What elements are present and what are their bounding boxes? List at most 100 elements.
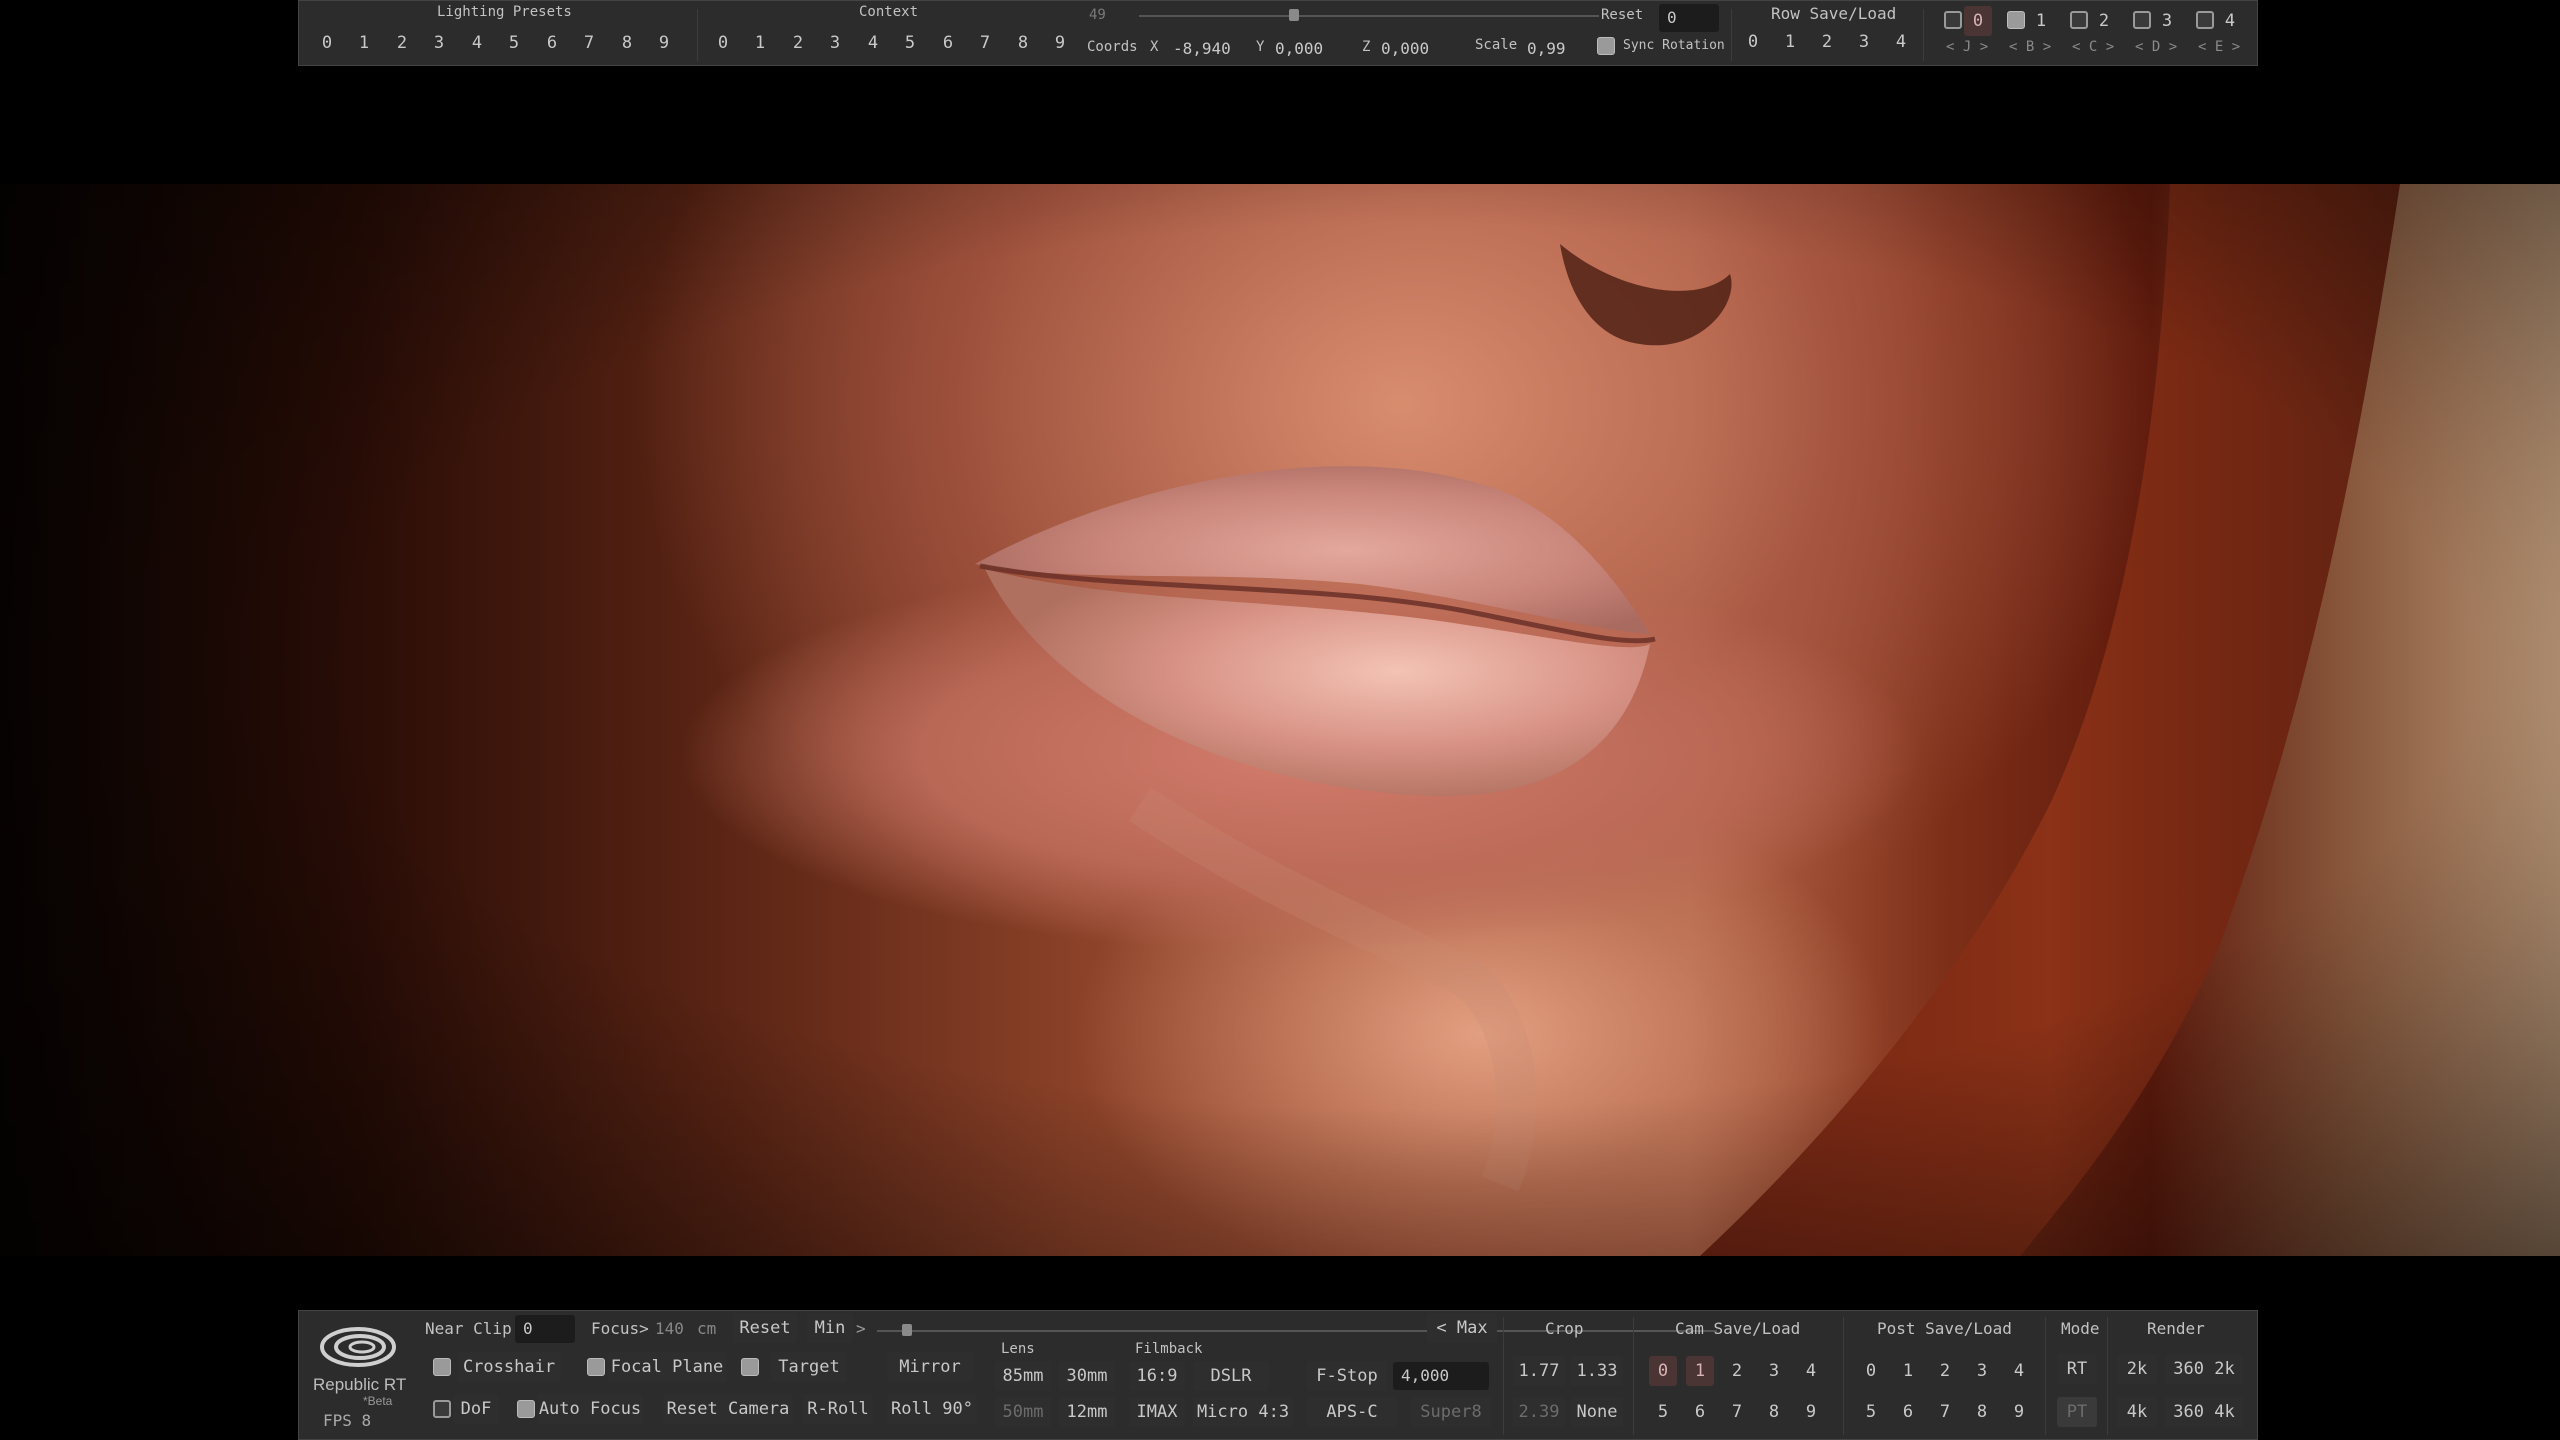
cam-slot-4[interactable]: 4 [1797,1356,1825,1386]
row-slot-1[interactable]: 1 [1776,27,1804,57]
row-slot-0[interactable]: 0 [1739,27,1767,57]
lighting-preset-8[interactable]: 8 [613,28,641,58]
layer-3-number[interactable]: 3 [2153,6,2181,36]
render-2k-button[interactable]: 2k [2117,1354,2157,1384]
layer-1-checkbox[interactable] [2007,11,2025,29]
cam-slot-0[interactable]: 0 [1649,1356,1677,1386]
post-slot-3[interactable]: 3 [1968,1356,1996,1386]
focus-min-button[interactable]: Min [807,1313,853,1343]
cam-slot-1[interactable]: 1 [1686,1356,1714,1386]
context-6[interactable]: 6 [934,28,962,58]
context-7[interactable]: 7 [971,28,999,58]
target-checkbox[interactable] [741,1358,759,1376]
fstop-field[interactable]: 4,000 [1393,1362,1489,1390]
post-slot-7[interactable]: 7 [1931,1397,1959,1427]
cam-slot-3[interactable]: 3 [1760,1356,1788,1386]
render-4k-button[interactable]: 4k [2117,1397,2157,1427]
filmback-dslr[interactable]: DSLR [1193,1361,1269,1391]
post-slot-6[interactable]: 6 [1894,1397,1922,1427]
lens-30mm[interactable]: 30mm [1059,1361,1115,1391]
context-0[interactable]: 0 [709,28,737,58]
crosshair-label[interactable]: Crosshair [457,1352,561,1382]
layer-0-checkbox[interactable] [1944,11,1962,29]
focus-reset-button[interactable]: Reset [733,1313,797,1343]
lighting-preset-2[interactable]: 2 [388,28,416,58]
filmback-super8[interactable]: Super8 [1411,1397,1491,1427]
context-4[interactable]: 4 [859,28,887,58]
layer-4-number[interactable]: 4 [2216,6,2244,36]
lens-12mm[interactable]: 12mm [1059,1397,1115,1427]
near-clip-field[interactable]: 0 [515,1315,575,1343]
post-slot-0[interactable]: 0 [1857,1356,1885,1386]
row-slot-3[interactable]: 3 [1850,27,1878,57]
mode-pt-button[interactable]: PT [2057,1397,2097,1427]
focus-min-arrow[interactable]: > [856,1319,866,1338]
target-label[interactable]: Target [771,1352,847,1382]
layer-4-checkbox[interactable] [2196,11,2214,29]
context-1[interactable]: 1 [746,28,774,58]
layer-2-nav[interactable]: < C > [2072,39,2114,55]
layer-3-nav[interactable]: < D > [2135,39,2177,55]
layer-3-checkbox[interactable] [2133,11,2151,29]
layer-0-nav[interactable]: < J > [1946,39,1988,55]
context-5[interactable]: 5 [896,28,924,58]
lighting-preset-7[interactable]: 7 [575,28,603,58]
dof-checkbox[interactable] [433,1400,451,1418]
scale-field[interactable]: 0,99 [1519,35,1579,63]
layer-2-checkbox[interactable] [2070,11,2088,29]
cam-slot-7[interactable]: 7 [1723,1397,1751,1427]
row-slot-2[interactable]: 2 [1813,27,1841,57]
crop-none[interactable]: None [1571,1397,1623,1427]
mode-rt-button[interactable]: RT [2057,1354,2097,1384]
crosshair-checkbox[interactable] [433,1358,451,1376]
lighting-preset-1[interactable]: 1 [350,28,378,58]
coord-x-field[interactable]: -8,940 [1165,35,1261,63]
context-2[interactable]: 2 [784,28,812,58]
filmback-16-9[interactable]: 16:9 [1129,1361,1185,1391]
filmback-aps-c[interactable]: APS-C [1307,1397,1397,1427]
layer-2-number[interactable]: 2 [2090,6,2118,36]
layer-1-nav[interactable]: < B > [2009,39,2051,55]
reset-field[interactable]: 0 [1659,4,1719,32]
crop-2-39[interactable]: 2.39 [1513,1397,1565,1427]
render-360-4k-button[interactable]: 360 4k [2165,1397,2243,1427]
r-roll-button[interactable]: R-Roll [803,1394,873,1424]
focal-plane-checkbox[interactable] [587,1358,605,1376]
filmback-imax[interactable]: IMAX [1129,1397,1185,1427]
lighting-preset-6[interactable]: 6 [538,28,566,58]
context-3[interactable]: 3 [821,28,849,58]
lighting-preset-5[interactable]: 5 [500,28,528,58]
coord-y-field[interactable]: 0,000 [1267,35,1363,63]
layer-1-number[interactable]: 1 [2027,6,2055,36]
crop-1-77[interactable]: 1.77 [1513,1356,1565,1386]
focal-plane-label[interactable]: Focal Plane [607,1352,727,1382]
top-slider-knob[interactable] [1289,9,1299,21]
cam-slot-5[interactable]: 5 [1649,1397,1677,1427]
top-slider[interactable] [1139,15,1599,17]
post-slot-9[interactable]: 9 [2005,1397,2033,1427]
lighting-preset-9[interactable]: 9 [650,28,678,58]
focus-slider-knob[interactable] [902,1324,912,1336]
row-slot-4[interactable]: 4 [1887,27,1915,57]
dof-label[interactable]: DoF [453,1394,499,1424]
reset-label[interactable]: Reset [1601,7,1643,23]
lighting-preset-4[interactable]: 4 [463,28,491,58]
lighting-preset-3[interactable]: 3 [425,28,453,58]
cam-slot-2[interactable]: 2 [1723,1356,1751,1386]
mirror-button[interactable]: Mirror [887,1352,973,1382]
focus-value[interactable]: 140 [655,1319,684,1338]
cam-slot-9[interactable]: 9 [1797,1397,1825,1427]
render-360-2k-button[interactable]: 360 2k [2165,1354,2243,1384]
reset-camera-button[interactable]: Reset Camera [663,1394,793,1424]
lens-50mm[interactable]: 50mm [995,1397,1051,1427]
auto-focus-label[interactable]: Auto Focus [537,1394,643,1424]
cam-slot-6[interactable]: 6 [1686,1397,1714,1427]
focus-max-button[interactable]: < Max [1427,1313,1497,1343]
context-8[interactable]: 8 [1009,28,1037,58]
post-slot-1[interactable]: 1 [1894,1356,1922,1386]
post-slot-4[interactable]: 4 [2005,1356,2033,1386]
context-9[interactable]: 9 [1046,28,1074,58]
post-slot-5[interactable]: 5 [1857,1397,1885,1427]
cam-slot-8[interactable]: 8 [1760,1397,1788,1427]
post-slot-2[interactable]: 2 [1931,1356,1959,1386]
